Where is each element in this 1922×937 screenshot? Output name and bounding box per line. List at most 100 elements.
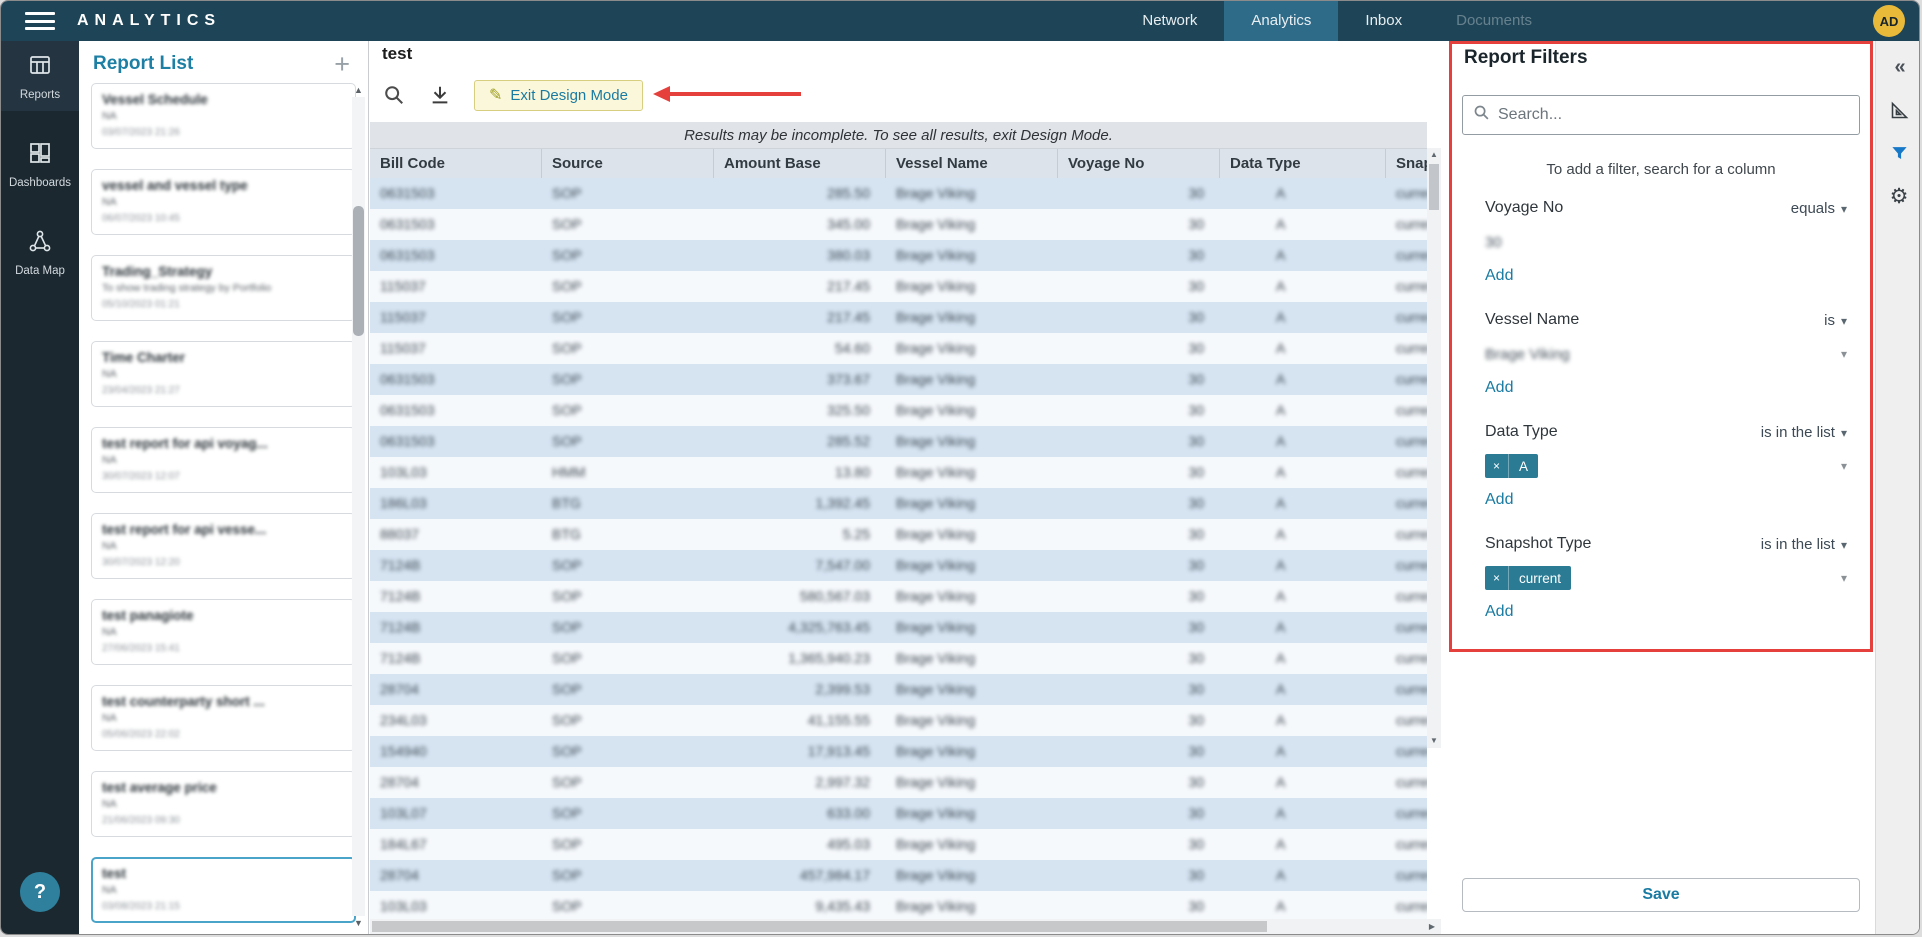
table-row[interactable]: 103L07SOP633.00Brage Viking30Acurrent [370, 798, 1427, 829]
download-icon[interactable] [428, 83, 452, 107]
table-row[interactable]: 28704SOP2,997.32Brage Viking30Acurrent [370, 767, 1427, 798]
sidebar-item-data-map[interactable]: Data Map [1, 217, 79, 287]
column-header-source[interactable]: Source [542, 149, 714, 178]
table-row[interactable]: 0631503SOP285.52Brage Viking30Acurrent [370, 426, 1427, 457]
menu-icon[interactable] [25, 12, 55, 30]
add-filter-value-link[interactable]: Add [1485, 379, 1513, 397]
table-cell-value: SOP [552, 650, 582, 666]
report-card[interactable]: test report for api vesse...NA30/07/2023… [91, 513, 356, 579]
table-cell-value: SOP [552, 743, 582, 759]
table-row[interactable]: 184L67SOP495.03Brage Viking30Acurrent [370, 829, 1427, 860]
remove-chip-icon[interactable]: × [1485, 566, 1509, 590]
table-cell: SOP [542, 550, 714, 581]
scroll-up-icon[interactable]: ▲ [352, 85, 365, 95]
filter-operator-dropdown[interactable]: is▾ [1824, 312, 1847, 329]
table-vertical-scrollbar[interactable]: ▲ ▼ [1427, 148, 1441, 748]
table-row[interactable]: 234L03SOP41,155.55Brage Viking30Acurrent [370, 705, 1427, 736]
report-card[interactable]: test report for api voyag...NA30/07/2023… [91, 427, 356, 493]
table-row[interactable]: 0631503SOP345.00Brage Viking30Acurrent [370, 209, 1427, 240]
column-header-amount-base[interactable]: Amount Base [714, 149, 886, 178]
scroll-down-icon[interactable]: ▼ [352, 918, 365, 928]
table-row[interactable]: 7124BSOP4,325,763.45Brage Viking30Acurre… [370, 612, 1427, 643]
table-row[interactable]: 115037SOP217.45Brage Viking30Acurrent [370, 302, 1427, 333]
filter-value-select[interactable]: Brage Viking [1485, 346, 1570, 363]
report-card[interactable]: vessel and vessel typeNA06/07/2023 10:45 [91, 169, 356, 235]
table-cell-value: Brage Viking [896, 836, 975, 852]
chevron-down-icon[interactable]: ▾ [1841, 347, 1847, 361]
horizontal-scroll-thumb[interactable] [372, 921, 1267, 932]
set-square-icon[interactable] [1876, 93, 1920, 127]
table-row[interactable]: 186L03BTG1,392.45Brage Viking30Acurrent [370, 488, 1427, 519]
report-card[interactable]: test counterparty short ...NA05/06/2023 … [91, 685, 356, 751]
report-card[interactable]: testNA03/08/2023 21:15 [91, 857, 356, 923]
collapse-panel-icon[interactable]: « [1876, 50, 1920, 84]
table-cell: Brage Viking [886, 705, 1058, 736]
add-report-button[interactable]: + [334, 54, 350, 74]
table-row[interactable]: 0631503SOP380.03Brage Viking30Acurrent [370, 240, 1427, 271]
tab-inbox[interactable]: Inbox [1338, 1, 1429, 41]
filter-icon[interactable] [1876, 136, 1920, 170]
scroll-right-icon[interactable]: ▶ [1425, 919, 1439, 934]
add-filter-value-link[interactable]: Add [1485, 267, 1513, 285]
table-row[interactable]: 7124BSOP580,567.03Brage Viking30Acurrent [370, 581, 1427, 612]
filter-operator-dropdown[interactable]: is in the list▾ [1761, 424, 1847, 441]
table-cell-value: current [1396, 278, 1427, 294]
table-cell: 234L03 [370, 705, 542, 736]
report-card[interactable]: Time CharterNA23/04/2023 21:27 [91, 341, 356, 407]
table-row[interactable]: 88037BTG5.25Brage Viking30Acurrent [370, 519, 1427, 550]
scroll-down-icon[interactable]: ▼ [1427, 734, 1441, 748]
report-card[interactable]: Vessel ScheduleNA03/07/2023 21:26 [91, 83, 356, 149]
vertical-scroll-thumb[interactable] [1429, 164, 1439, 210]
exit-design-mode-button[interactable]: ✎ Exit Design Mode [474, 80, 643, 111]
add-filter-value-link[interactable]: Add [1485, 491, 1513, 509]
table-row[interactable]: 115037SOP217.45Brage Viking30Acurrent [370, 271, 1427, 302]
report-card[interactable]: test average priceNA21/06/2023 09:30 [91, 771, 356, 837]
table-row[interactable]: 28704SOP2,399.53Brage Viking30Acurrent [370, 674, 1427, 705]
report-card[interactable]: test panagioteNA27/06/2023 15:41 [91, 599, 356, 665]
report-card[interactable]: Trading_StrategyTo show trading strategy… [91, 255, 356, 321]
table-row[interactable]: 115037SOP54.60Brage Viking30Acurrent [370, 333, 1427, 364]
sidebar-item-dashboards[interactable]: Dashboards [1, 129, 79, 199]
scroll-up-icon[interactable]: ▲ [1427, 148, 1441, 162]
table-row[interactable]: 154940SOP17,913.45Brage Viking30Acurrent [370, 736, 1427, 767]
table-row[interactable]: 7124BSOP7,547.00Brage Viking30Acurrent [370, 550, 1427, 581]
filter-operator-dropdown[interactable]: equals▾ [1791, 200, 1847, 217]
column-header-vessel-name[interactable]: Vessel Name [886, 149, 1058, 178]
avatar[interactable]: AD [1873, 5, 1905, 37]
search-icon[interactable] [382, 83, 406, 107]
table-cell-value: 457,984.17 [800, 867, 870, 883]
table-row[interactable]: 0631503SOP325.50Brage Viking30Acurrent [370, 395, 1427, 426]
filter-operator-dropdown[interactable]: is in the list▾ [1761, 536, 1847, 553]
report-card-subtitle: NA [102, 368, 345, 380]
column-header-voyage-no[interactable]: Voyage No [1058, 149, 1220, 178]
table-horizontal-scrollbar[interactable]: ▶ [370, 919, 1441, 934]
save-button[interactable]: Save [1462, 878, 1860, 912]
filter-value-input[interactable]: 30 [1485, 234, 1502, 251]
column-header-data-type[interactable]: Data Type [1220, 149, 1386, 178]
table-row[interactable]: 0631503SOP373.67Brage Viking30Acurrent [370, 364, 1427, 395]
filter-group-data-type: Data Typeis in the list▾×A▾Add [1485, 421, 1847, 509]
add-filter-value-link[interactable]: Add [1485, 603, 1513, 621]
table-cell: A [1220, 488, 1386, 519]
gear-icon[interactable]: ⚙ [1876, 179, 1920, 213]
table-row[interactable]: 7124BSOP1,365,940.23Brage Viking30Acurre… [370, 643, 1427, 674]
help-button[interactable]: ? [20, 872, 60, 912]
table-row[interactable]: 28704SOP457,984.17Brage Viking30Acurrent [370, 860, 1427, 891]
column-header-bill-code[interactable]: Bill Code [370, 149, 542, 178]
table-cell-value: 186L03 [380, 495, 427, 511]
table-cell-value: 13.80 [835, 464, 870, 480]
sidebar-item-reports[interactable]: Reports [1, 41, 79, 111]
report-list-scrollbar[interactable] [353, 206, 364, 336]
filter-search-input[interactable] [1498, 106, 1849, 124]
chevron-down-icon[interactable]: ▾ [1841, 459, 1847, 473]
table-cell-value: A [1276, 433, 1285, 449]
remove-chip-icon[interactable]: × [1485, 454, 1509, 478]
column-header-snapshot-type[interactable]: Snapshot Type [1386, 149, 1427, 178]
tab-documents[interactable]: Documents [1429, 1, 1559, 41]
chevron-down-icon[interactable]: ▾ [1841, 571, 1847, 585]
table-row[interactable]: 0631503SOP285.50Brage Viking30Acurrent [370, 178, 1427, 209]
table-row[interactable]: 103L03SOP9,435.43Brage Viking30Acurrent [370, 891, 1427, 919]
table-row[interactable]: 103L03HMM13.80Brage Viking30Acurrent [370, 457, 1427, 488]
tab-analytics[interactable]: Analytics [1224, 1, 1338, 41]
tab-network[interactable]: Network [1115, 1, 1224, 41]
